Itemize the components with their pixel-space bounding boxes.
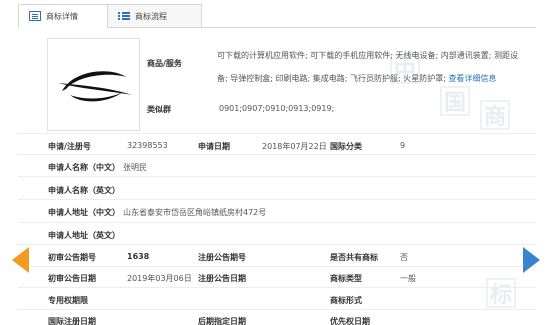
divider [18,199,536,200]
tab-label: 商标流程 [135,11,167,21]
tm-type-label: 商标类型 [330,274,362,283]
divider [18,133,536,134]
prelim-date-value: 2019年03月06日 [127,274,192,283]
class-group-value: 0901;0907;0910;0913;0919; [219,104,335,113]
document-icon [29,11,41,21]
address-en-label: 申请人地址（英文） [48,231,120,240]
tab-trademark-process[interactable]: 商标流程 [108,4,202,28]
divider [18,287,536,288]
services-text: 可下载的计算机应用软件; 可下载的手机应用软件; 无线电设备; 内部通讯装置; … [217,44,519,90]
view-details-link[interactable]: 查看详细信息 [448,74,496,83]
services-label: 商品/服务 [147,59,182,68]
app-date-value: 2018年07月22日 [262,142,327,151]
tab-trademark-detail[interactable]: 商标详情 [18,4,108,28]
app-date-label: 申请日期 [198,142,230,151]
intl-reg-date-label: 国际注册日期 [48,317,96,325]
later-date-label: 后期指定日期 [198,317,246,325]
tm-form-label: 商标形式 [330,296,362,305]
exclusive-label: 专用权期限 [48,296,88,305]
reg-no-value: 32398553 [127,141,168,150]
applicant-cn-label: 申请人名称（中文） [48,163,120,172]
divider [18,222,536,223]
prelim-no-value: 1638 [127,252,150,261]
reg-no-label: 申请/注册号 [48,142,91,151]
arrow-right-icon[interactable] [523,247,540,273]
watermark-char: 标 [486,278,516,308]
address-cn-value: 山东省泰安市岱岳区角峪镇纸房村472号 [123,208,267,217]
reg-pub-date-label: 注册公告日期 [198,274,246,283]
prelim-no-label: 初审公告期号 [48,253,96,262]
list-icon [118,11,130,21]
priority-date-label: 优先权日期 [330,317,370,325]
trademark-image [47,38,140,131]
divider [18,244,536,245]
shared-value: 否 [400,253,408,262]
arrow-left-icon[interactable] [12,247,29,273]
reg-pub-no-label: 注册公告期号 [198,253,246,262]
divider [18,176,536,177]
class-group-label: 类似群 [147,105,171,114]
address-cn-label: 申请人地址（中文） [48,208,120,217]
shared-label: 是否共有商标 [330,253,378,262]
applicant-en-label: 申请人名称（英文） [48,186,120,195]
trademark-logo [58,71,132,102]
tab-bar: 商标详情 商标流程 [18,4,202,28]
intl-class-value: 9 [400,141,406,150]
tm-type-value: 一般 [400,274,416,283]
intl-class-label: 国际分类 [330,142,362,151]
prelim-date-label: 初审公告日期 [48,274,96,283]
watermark-char: 商 [480,100,510,130]
watermark-char: 国 [440,86,470,116]
applicant-cn-value: 张明民 [123,163,147,172]
divider [18,154,536,155]
divider [18,266,536,267]
tab-label: 商标详情 [46,11,78,21]
divider [18,309,536,310]
